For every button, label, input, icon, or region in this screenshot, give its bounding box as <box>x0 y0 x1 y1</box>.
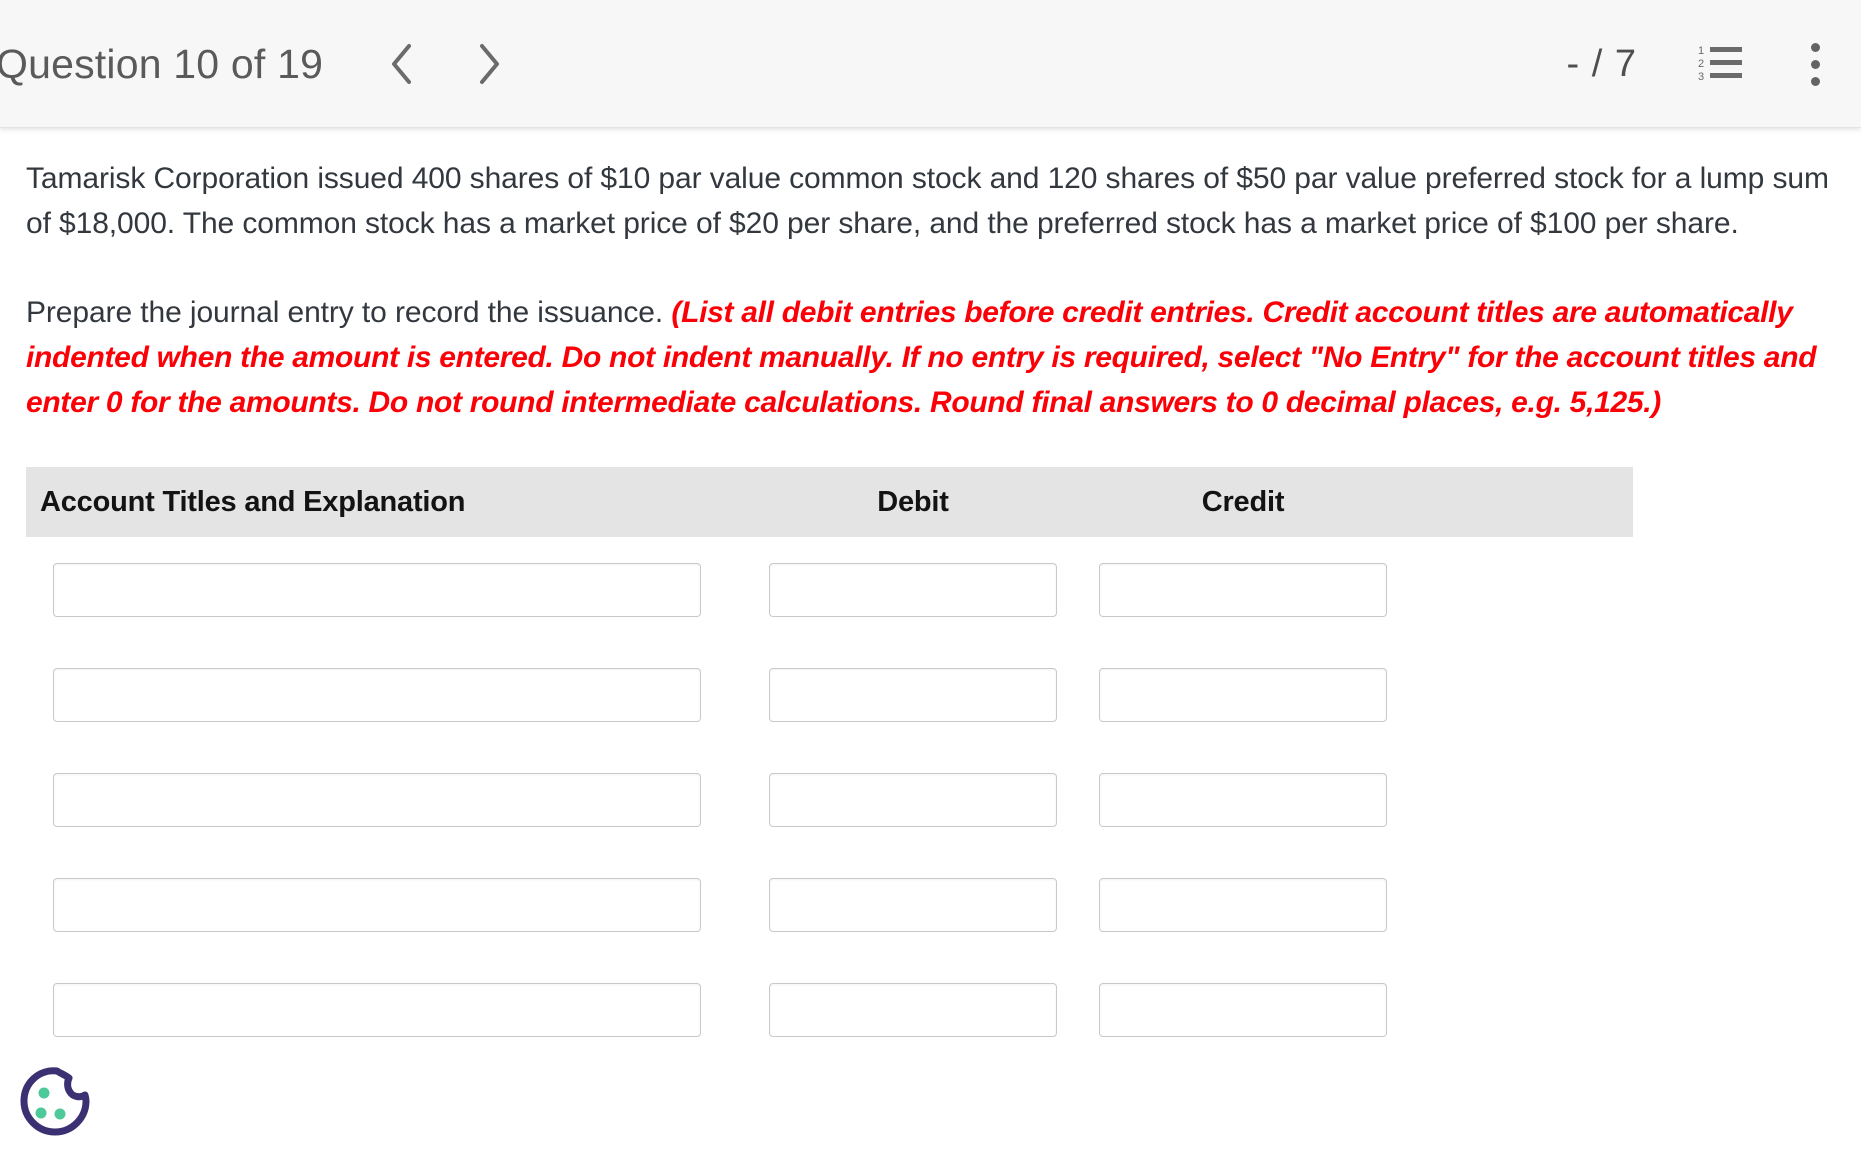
column-header-credit: Credit <box>1201 485 1285 518</box>
svg-text:2: 2 <box>1698 58 1704 70</box>
table-row <box>26 747 1835 852</box>
cell-debit <box>748 667 1078 722</box>
cell-credit <box>1078 562 1408 617</box>
cell-credit <box>1078 772 1408 827</box>
question-paragraph-1: Tamarisk Corporation issued 400 shares o… <box>26 162 1829 240</box>
question-list-button[interactable]: 1 2 3 <box>1693 41 1749 87</box>
cell-debit <box>748 982 1078 1037</box>
next-question-button[interactable] <box>469 37 509 91</box>
credit-amount-input[interactable] <box>1099 667 1387 722</box>
column-header-account: Account Titles and Explanation <box>40 485 466 518</box>
account-title-input[interactable] <box>53 562 701 617</box>
cookie-consent-button[interactable] <box>17 1065 91 1139</box>
account-title-input[interactable] <box>53 877 701 932</box>
cell-account <box>26 982 748 1037</box>
table-row <box>26 852 1835 957</box>
account-title-input[interactable] <box>53 667 701 722</box>
debit-amount-input[interactable] <box>769 877 1057 932</box>
cell-account <box>26 667 748 722</box>
table-header-row: Account Titles and Explanation Debit Cre… <box>26 467 1633 537</box>
credit-amount-input[interactable] <box>1099 772 1387 827</box>
question-content: Tamarisk Corporation issued 400 shares o… <box>0 128 1861 1153</box>
more-options-button[interactable] <box>1793 34 1837 94</box>
cell-credit <box>1078 877 1408 932</box>
question-counter-title: Question 10 of 19 <box>0 40 324 87</box>
chevron-left-icon <box>388 42 414 86</box>
cell-credit <box>1078 667 1408 722</box>
credit-amount-input[interactable] <box>1099 877 1387 932</box>
score-indicator: - / 7 <box>1566 42 1637 85</box>
question-navigation <box>381 37 509 91</box>
kebab-menu-icon-dot <box>1810 76 1820 86</box>
cell-account <box>26 877 748 932</box>
debit-amount-input[interactable] <box>769 667 1057 722</box>
table-row <box>26 957 1835 1062</box>
instruction-lead: Prepare the journal entry to record the … <box>26 296 664 329</box>
credit-amount-input[interactable] <box>1099 982 1387 1037</box>
credit-amount-input[interactable] <box>1099 562 1387 617</box>
svg-text:3: 3 <box>1698 71 1704 81</box>
previous-question-button[interactable] <box>381 37 421 91</box>
account-title-input[interactable] <box>53 772 701 827</box>
header-right-tools: - / 7 1 2 3 <box>1567 34 1861 94</box>
cell-debit <box>748 562 1078 617</box>
kebab-menu-icon-dot <box>1810 59 1820 69</box>
debit-amount-input[interactable] <box>769 982 1057 1037</box>
cell-credit <box>1078 982 1408 1037</box>
cookie-icon <box>17 1067 91 1143</box>
debit-amount-input[interactable] <box>769 562 1057 617</box>
kebab-menu-icon-dot <box>1810 42 1820 52</box>
cell-debit <box>748 772 1078 827</box>
debit-amount-input[interactable] <box>769 772 1057 827</box>
numbered-list-icon: 1 2 3 <box>1698 43 1744 86</box>
cell-account <box>26 772 748 827</box>
table-row <box>26 537 1835 642</box>
cell-debit <box>748 877 1078 932</box>
question-header-bar: Question 10 of 19 - / 7 1 2 3 <box>0 0 1861 128</box>
chevron-right-icon <box>476 42 502 86</box>
account-title-input[interactable] <box>53 982 701 1037</box>
column-header-debit: Debit <box>877 485 949 518</box>
table-row <box>26 642 1835 747</box>
journal-entry-table: Account Titles and Explanation Debit Cre… <box>26 467 1835 1062</box>
svg-text:1: 1 <box>1698 45 1704 57</box>
question-paragraph-2: Prepare the journal entry to record the … <box>26 290 1835 425</box>
cell-account <box>26 562 748 617</box>
